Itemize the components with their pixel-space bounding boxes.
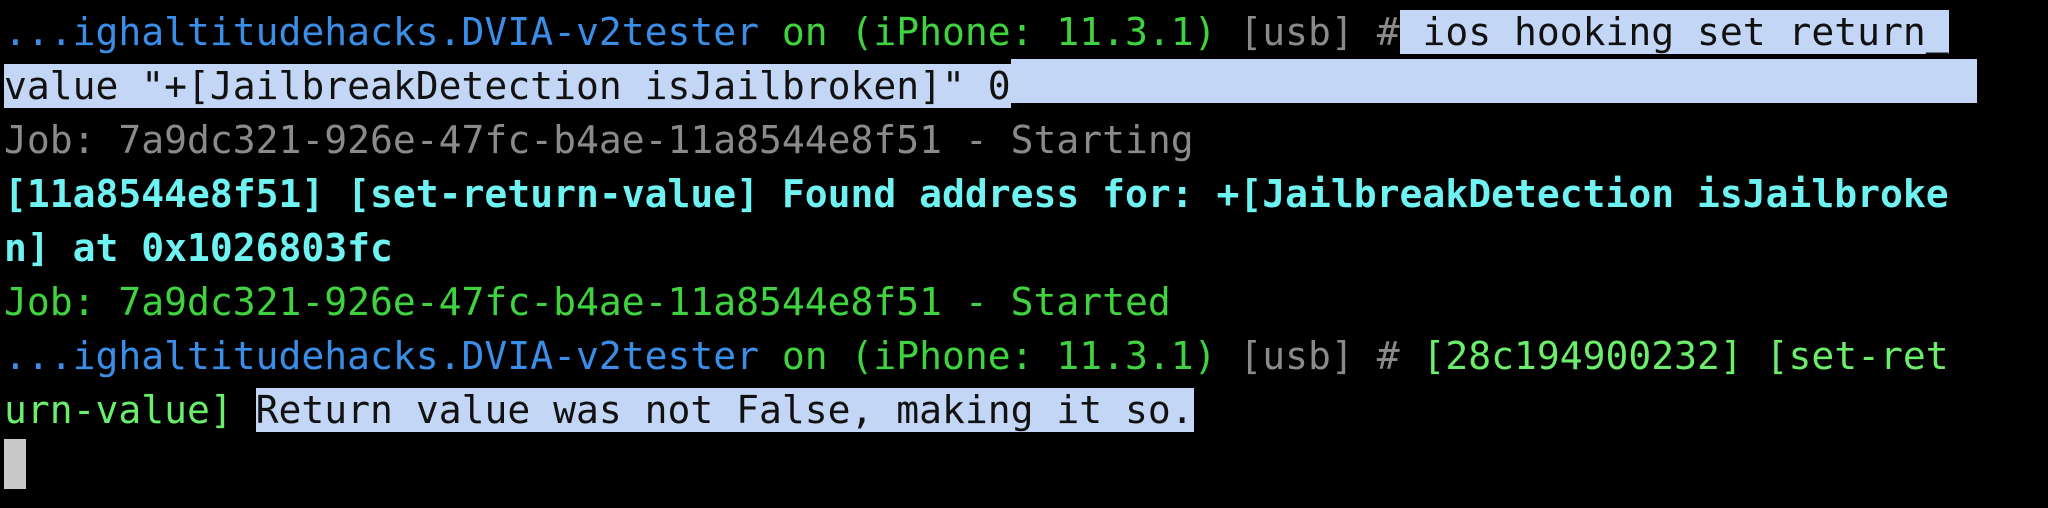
device-info-2: on (iPhone: 11.3.1) <box>758 334 1217 378</box>
usb-label-2: [usb] <box>1216 334 1377 378</box>
prompt-hash: # <box>1376 10 1400 54</box>
terminal-window[interactable]: ...ighaltitudehacks.DVIA-v2tester on (iP… <box>0 0 2048 508</box>
found-address-line-2: n] at 0x1026803fc <box>4 226 393 270</box>
device-name-2: ...ighaltitudehacks.DVIA-v2tester <box>4 334 759 378</box>
device-name: ...ighaltitudehacks.DVIA-v2tester <box>4 10 759 54</box>
input-line[interactable] <box>4 437 2048 491</box>
set-return-value-log-1: [28c194900232] [set-ret <box>1422 334 1949 378</box>
usb-label: [usb] <box>1216 10 1377 54</box>
command-text-part1[interactable]: ios hooking set return_ <box>1399 10 1949 54</box>
selection-fill <box>1010 59 1977 103</box>
prompt-line-2: ...ighaltitudehacks.DVIA-v2tester on (iP… <box>4 329 2048 383</box>
found-address-line-1: [11a8544e8f51] [set-return-value] Found … <box>4 172 1949 216</box>
command-text-part2[interactable]: value "+[JailbreakDetection isJailbroken… <box>4 64 1011 108</box>
return-value-message[interactable]: Return value was not False, making it so… <box>255 388 1194 432</box>
block-cursor-icon[interactable] <box>4 439 26 489</box>
job-starting-line: Job: 7a9dc321-926e-47fc-b4ae-11a8544e8f5… <box>4 118 1194 162</box>
command-continuation: value "+[JailbreakDetection isJailbroken… <box>4 59 2048 113</box>
device-info: on (iPhone: 11.3.1) <box>758 10 1217 54</box>
log-continuation: urn-value] Return value was not False, m… <box>4 383 2048 437</box>
set-return-value-log-2: urn-value] <box>4 388 256 432</box>
job-started-line: Job: 7a9dc321-926e-47fc-b4ae-11a8544e8f5… <box>4 280 1171 324</box>
prompt-line-1: ...ighaltitudehacks.DVIA-v2tester on (iP… <box>4 5 2048 59</box>
prompt-hash-2: # <box>1376 334 1423 378</box>
